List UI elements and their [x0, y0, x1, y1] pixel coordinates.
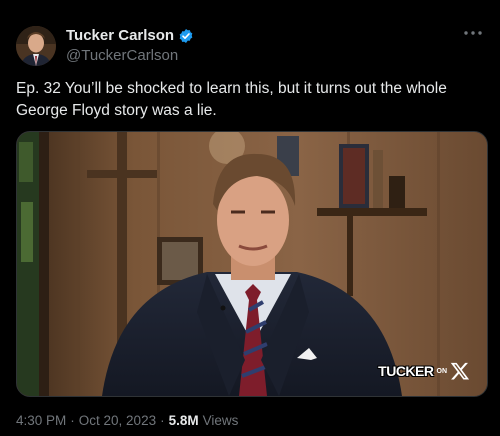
meta-separator: ·: [70, 413, 75, 428]
tweet-time[interactable]: 4:30 PM: [16, 413, 66, 428]
tweet-date[interactable]: Oct 20, 2023: [79, 413, 156, 428]
meta-separator: ·: [160, 413, 165, 428]
watermark-text: TUCKER: [378, 363, 434, 379]
tucker-on-x-watermark: TUCKER ON: [378, 360, 471, 382]
tweet-meta: 4:30 PM · Oct 20, 2023 · 5.8M Views: [16, 413, 238, 428]
tweet-video[interactable]: TUCKER ON: [16, 131, 488, 397]
author-name-row: Tucker Carlson: [66, 27, 194, 44]
tweet-text-line: George Floyd story was a lie.: [16, 102, 217, 119]
tweet-post: Tucker Carlson @TuckerCarlson Ep. 32 You…: [0, 0, 500, 436]
video-frame: [17, 132, 487, 396]
author-avatar[interactable]: [16, 26, 56, 66]
watermark-small-text: ON: [436, 367, 448, 375]
avatar-image: [16, 26, 56, 66]
tweet-text: Ep. 32 You’ll be shocked to learn this, …: [16, 78, 486, 122]
views-count: 5.8M: [168, 413, 199, 428]
verified-badge-icon[interactable]: [178, 28, 194, 44]
x-logo-icon: [450, 362, 470, 380]
views-label: Views: [202, 413, 239, 428]
author-block: Tucker Carlson @TuckerCarlson: [66, 27, 194, 64]
author-handle[interactable]: @TuckerCarlson: [66, 47, 194, 64]
author-display-name[interactable]: Tucker Carlson: [66, 27, 174, 44]
more-horizontal-icon[interactable]: [460, 26, 486, 46]
tweet-text-line: Ep. 32 You’ll be shocked to learn this, …: [16, 80, 447, 97]
